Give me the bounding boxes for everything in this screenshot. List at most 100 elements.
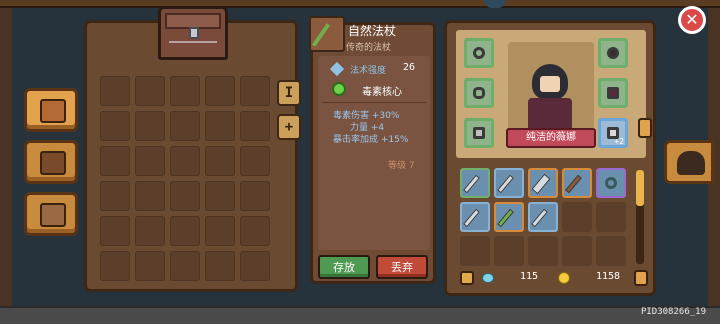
storage-slot[interactable]	[240, 251, 270, 281]
storage-slot[interactable]	[205, 111, 235, 141]
crossbow-icon	[565, 174, 582, 194]
inventory-slot[interactable]	[596, 236, 626, 266]
inventory-scroll-thumb[interactable]	[636, 170, 644, 206]
inventory-slot[interactable]	[562, 236, 592, 266]
storage-slot[interactable]	[100, 76, 130, 106]
inventory-slot[interactable]	[562, 202, 592, 232]
inventory-item[interactable]	[562, 168, 592, 198]
storage-slot[interactable]	[170, 146, 200, 176]
inventory-slot[interactable]	[596, 202, 626, 232]
divider	[322, 102, 426, 103]
storage-slot[interactable]	[240, 146, 270, 176]
stat-line: 暴击率加成 +15%	[333, 135, 409, 145]
storage-slot[interactable]	[135, 251, 165, 281]
storage-slot[interactable]	[100, 251, 130, 281]
chest-stripe	[169, 41, 217, 43]
lock-icon[interactable]	[460, 271, 474, 285]
necklace-slot[interactable]	[464, 38, 494, 68]
inventory-grid	[460, 168, 626, 266]
storage-slot[interactable]	[240, 111, 270, 141]
drop-button[interactable]: 丢弃	[376, 255, 428, 279]
hero-name-banner: 纯洁的薇娜	[506, 128, 596, 148]
staff-icon	[309, 16, 345, 52]
inventory-item[interactable]	[460, 168, 490, 198]
storage-slot[interactable]	[205, 181, 235, 211]
amulet-icon	[605, 177, 617, 189]
inventory-item-selected[interactable]	[494, 202, 524, 232]
staff-icon	[497, 208, 514, 228]
map-tab[interactable]	[24, 192, 78, 236]
storage-slot[interactable]	[100, 216, 130, 246]
bottom-bar	[0, 306, 720, 324]
storage-slot[interactable]	[240, 181, 270, 211]
storage-slot[interactable]	[240, 216, 270, 246]
inventory-slot[interactable]	[494, 236, 524, 266]
core-label: 毒素核心	[362, 87, 402, 98]
storage-slot[interactable]	[205, 216, 235, 246]
sword-icon	[531, 208, 548, 228]
coin-count: 1158	[596, 271, 621, 282]
inventory-slot[interactable]	[460, 236, 490, 266]
gem-icon	[482, 273, 494, 283]
item-rarity: 传奇的法杖	[346, 43, 392, 53]
storage-slot[interactable]	[100, 181, 130, 211]
boots-icon	[473, 127, 485, 139]
ring-icon	[473, 87, 485, 99]
inventory-item[interactable]	[460, 202, 490, 232]
inventory-slot[interactable]	[528, 236, 558, 266]
storage-chest-icon	[158, 6, 228, 60]
treasure-chest-icon	[40, 99, 66, 123]
storage-slot[interactable]	[100, 111, 130, 141]
boots-slot[interactable]	[464, 118, 494, 148]
scroll-count: +2	[614, 137, 624, 146]
currency-more-button[interactable]	[634, 270, 648, 286]
close-button[interactable]: ✕	[678, 6, 706, 34]
info-button[interactable]: I	[277, 80, 301, 106]
armor-slot[interactable]	[598, 78, 628, 108]
storage-slot[interactable]	[100, 146, 130, 176]
collapse-arrow-button[interactable]	[638, 118, 652, 138]
gem-count: 115	[520, 271, 539, 282]
storage-slot[interactable]	[205, 76, 235, 106]
proficiency-row: 法术强度 26	[326, 61, 426, 77]
inventory-item[interactable]	[494, 168, 524, 198]
poison-core-icon	[332, 82, 346, 96]
axe-icon	[531, 173, 551, 195]
storage-slot[interactable]	[135, 216, 165, 246]
storage-slot[interactable]	[205, 251, 235, 281]
storage-slot[interactable]	[170, 111, 200, 141]
sword-icon	[463, 174, 480, 194]
inventory-item[interactable]	[528, 202, 558, 232]
helmet-slot[interactable]	[598, 38, 628, 68]
storage-slot[interactable]	[135, 181, 165, 211]
storage-slot[interactable]	[135, 146, 165, 176]
storage-slot[interactable]	[170, 251, 200, 281]
proficiency-value: 26	[403, 62, 416, 73]
inventory-item[interactable]	[528, 168, 558, 198]
equipment-tab[interactable]	[664, 140, 714, 184]
storage-slot[interactable]	[135, 111, 165, 141]
coin-icon	[558, 272, 570, 284]
quest-tab[interactable]	[24, 140, 78, 184]
storage-slot[interactable]	[170, 181, 200, 211]
storage-slot[interactable]	[170, 76, 200, 106]
axe-icon	[463, 208, 480, 228]
helmet-icon	[607, 47, 619, 59]
add-button[interactable]: +	[277, 114, 301, 140]
storage-slot[interactable]	[240, 76, 270, 106]
inventory-item[interactable]	[596, 168, 626, 198]
storage-slot[interactable]	[170, 216, 200, 246]
chest-tab[interactable]	[24, 88, 78, 132]
armor-icon	[607, 87, 619, 99]
chest-lock	[189, 27, 199, 39]
frame-left	[0, 0, 12, 324]
store-button[interactable]: 存放	[318, 255, 370, 279]
item-level: 等级 7	[388, 161, 415, 171]
helmet-icon	[677, 151, 705, 175]
wand-icon	[329, 61, 345, 77]
ring-slot[interactable]	[464, 78, 494, 108]
storage-slot[interactable]	[205, 146, 235, 176]
storage-grid	[100, 76, 270, 281]
scroll-slot[interactable]: +2	[598, 118, 628, 148]
storage-slot[interactable]	[135, 76, 165, 106]
